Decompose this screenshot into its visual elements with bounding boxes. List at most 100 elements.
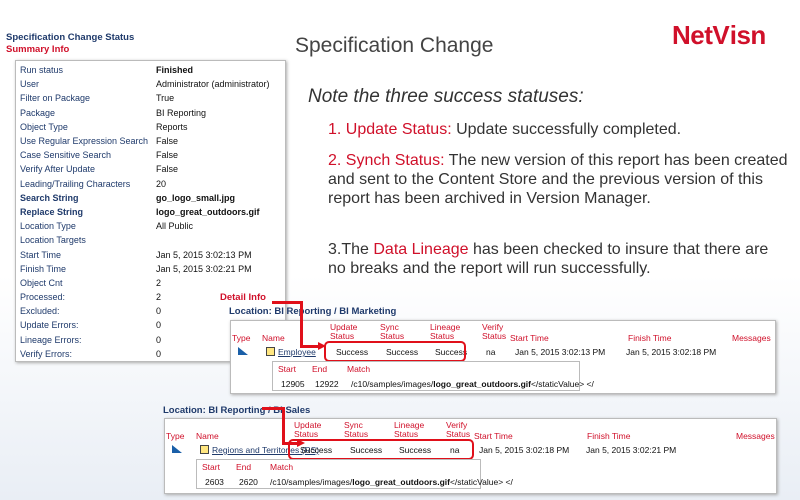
finish-time: Jan 5, 2015 3:02:18 PM — [626, 347, 717, 357]
summary-label: Lineage Errors: — [20, 334, 82, 345]
header-ver-line2: Status — [446, 429, 471, 439]
header-sync-status: Sync Status — [344, 421, 368, 439]
match-header-match: Match — [347, 364, 371, 374]
summary-label: Finish Time — [20, 263, 67, 274]
verify-status: na — [486, 347, 496, 357]
header-lin-line2: Status — [394, 429, 419, 439]
match-filename: logo_great_outdoors.gif — [433, 379, 531, 389]
arrow-1-top — [272, 301, 302, 304]
report-name-link[interactable]: Employee — [278, 347, 316, 357]
match-header-match: Match — [270, 462, 294, 472]
summary-row: Start Time Jan 5, 2015 3:02:13 PM — [16, 247, 285, 261]
summary-label: Case Sensitive Search — [20, 150, 112, 161]
point-3-pre: 3.The — [328, 241, 374, 258]
arrow-1-head — [318, 342, 326, 350]
header-ver-line2: Status — [482, 331, 507, 341]
header-name: Name — [196, 431, 219, 441]
arrow-2-head — [297, 439, 305, 447]
match-path: /c10/samples/images/ — [270, 477, 353, 487]
arrow-2-down — [282, 407, 285, 444]
match-start: 2603 — [205, 477, 224, 487]
summary-value: True — [156, 93, 175, 104]
detail-info-label: Detail Info — [220, 292, 266, 303]
point-3-lead: Data Lineage — [373, 241, 469, 258]
header-update-line2: Status — [294, 429, 319, 439]
match-header-start: Start — [202, 462, 220, 472]
summary-row: Run status Finished — [16, 63, 285, 77]
summary-label: Filter on Package — [20, 93, 91, 104]
match-header-end: End — [312, 364, 328, 374]
arrow-1-right — [300, 345, 320, 348]
summary-label: Object Cnt — [20, 277, 63, 288]
summary-label: Start Time — [20, 249, 62, 260]
header-update-status: Update Status — [330, 323, 357, 341]
report-type-icon — [172, 445, 182, 453]
header-type: Type — [166, 431, 185, 441]
match-start: 12905 — [281, 379, 305, 389]
point-3: 3.The Data Lineage has been checked to i… — [328, 240, 790, 278]
summary-row: Replace String logo_great_outdoors.gif — [16, 205, 285, 219]
summary-label: Excluded: — [20, 306, 60, 317]
header-lin-status: Lineage Status — [394, 421, 424, 439]
header-lin-status: Lineage Status — [430, 323, 460, 341]
summary-value: False — [156, 150, 179, 161]
summary-value: Administrator (administrator) — [156, 79, 270, 90]
header-finish: Finish Time — [587, 431, 631, 441]
summary-row: Object Type Reports — [16, 120, 285, 134]
summary-row: Filter on Package True — [16, 91, 285, 105]
summary-value: BI Reporting — [156, 107, 207, 118]
success-highlight — [288, 439, 474, 460]
match-end: 2620 — [239, 477, 258, 487]
header-update-status: Update Status — [294, 421, 321, 439]
summary-label: Replace String — [20, 206, 84, 217]
header-ver-status: Verify Status — [446, 421, 470, 439]
slide-title: Specification Change — [295, 34, 494, 57]
match-text: /c10/samples/images/logo_great_outdoors.… — [351, 379, 594, 389]
summary-label: Verify Errors: — [20, 348, 73, 359]
netvisn-logo: NetVisn — [672, 20, 766, 50]
match-path: /c10/samples/images/ — [351, 379, 434, 389]
header-sync-line2: Status — [380, 331, 405, 341]
summary-value: go_logo_small.jpg — [156, 192, 236, 203]
report-icon — [266, 347, 275, 356]
summary-value: 20 — [156, 178, 167, 189]
header-name: Name — [262, 333, 285, 343]
summary-value: False — [156, 164, 179, 175]
header-finish: Finish Time — [628, 333, 672, 343]
summary-value: Reports — [156, 121, 188, 132]
start-time: Jan 5, 2015 3:02:13 PM — [515, 347, 606, 357]
location-label: Location: BI Reporting / BI Marketing — [229, 306, 397, 317]
arrow-2-top — [262, 407, 284, 410]
summary-value: False — [156, 136, 179, 147]
header-lin-line2: Status — [430, 331, 455, 341]
summary-value: Jan 5, 2015 3:02:21 PM — [156, 263, 252, 274]
point-1: 1. Update Status: Update successfully co… — [328, 120, 790, 139]
match-suffix: </staticValue> </ — [530, 379, 594, 389]
summary-value: 0 — [156, 320, 162, 331]
summary-value: 0 — [156, 334, 162, 345]
summary-label: Location Targets — [20, 235, 86, 246]
header-sync-status: Sync Status — [380, 323, 404, 341]
point-1-lead: 1. Update Status: — [328, 121, 452, 138]
summary-row: Leading/Trailing Characters 20 — [16, 177, 285, 191]
match-header-end: End — [236, 462, 252, 472]
summary-label: Processed: — [20, 292, 66, 303]
point-2: 2. Synch Status: The new version of this… — [328, 151, 790, 208]
summary-label: Search String — [20, 192, 79, 203]
summary-label: Update Errors: — [20, 320, 79, 331]
summary-value: 2 — [156, 292, 162, 303]
summary-value: Jan 5, 2015 3:02:13 PM — [156, 249, 252, 260]
summary-label: Package — [20, 107, 56, 118]
summary-row: Location Type All Public — [16, 219, 285, 233]
summary-row: Verify After Update False — [16, 162, 285, 176]
match-filename: logo_great_outdoors.gif — [352, 477, 450, 487]
point-2-lead: 2. Synch Status: — [328, 152, 445, 169]
summary-value: 2 — [156, 277, 162, 288]
match-table: Start End Match 2603 2620 /c10/samples/i… — [196, 459, 513, 489]
summary-label: Object Type — [20, 121, 68, 132]
match-text: /c10/samples/images/logo_great_outdoors.… — [270, 477, 513, 487]
summary-row: User Administrator (administrator) — [16, 77, 285, 91]
summary-row: Case Sensitive Search False — [16, 148, 285, 162]
summary-row: Object Cnt 2 — [16, 276, 285, 290]
arrow-1-down — [300, 301, 303, 348]
